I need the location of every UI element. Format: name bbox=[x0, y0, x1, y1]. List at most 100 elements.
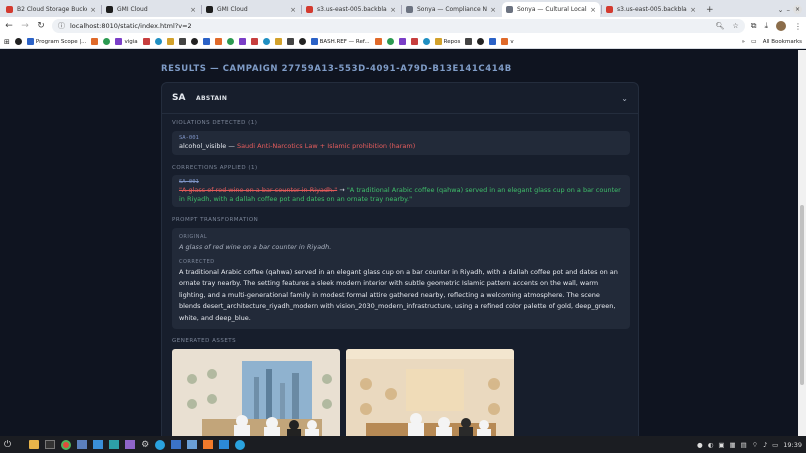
app-icon-11[interactable] bbox=[187, 440, 198, 449]
settings-gear-icon[interactable]: ⚙ bbox=[141, 440, 149, 450]
bookmark-item[interactable] bbox=[489, 38, 497, 45]
app-icon-12[interactable] bbox=[203, 440, 214, 449]
chrome-app-icon[interactable] bbox=[61, 439, 72, 450]
telegram-app-icon[interactable] bbox=[155, 439, 166, 450]
tab-close-icon[interactable]: × bbox=[190, 6, 196, 14]
browser-tab[interactable]: GMI Cloud × bbox=[101, 2, 200, 17]
vscode-app-icon[interactable] bbox=[219, 440, 230, 449]
bookmark-item[interactable]: v bbox=[501, 38, 514, 45]
apps-grid-icon[interactable]: ⊞ bbox=[4, 38, 10, 46]
card-header[interactable]: SA ABSTAIN ⌄ bbox=[162, 83, 638, 114]
bookmark-item[interactable] bbox=[398, 38, 406, 45]
minimize-icon[interactable]: – bbox=[787, 6, 791, 14]
url-text[interactable]: localhost:8010/static/index.html?v=2 bbox=[70, 22, 716, 30]
bookmark-item[interactable] bbox=[410, 38, 418, 45]
bookmark-item[interactable] bbox=[202, 38, 210, 45]
telegram-app-icon-2[interactable] bbox=[235, 439, 246, 450]
bookmark-item[interactable] bbox=[214, 38, 222, 45]
app-icon-5[interactable] bbox=[93, 440, 104, 449]
zoom-icon[interactable]: 🔍︎ bbox=[716, 22, 725, 30]
asset-image-1-art bbox=[172, 349, 340, 436]
app-icon-10[interactable] bbox=[171, 440, 182, 449]
tab-close-icon[interactable]: × bbox=[690, 6, 696, 14]
clock[interactable]: 19:39 bbox=[783, 441, 802, 449]
bookmark-item[interactable] bbox=[250, 38, 258, 45]
bookmark-item[interactable]: BASH.REF — Ref... bbox=[310, 38, 370, 45]
app-icon-7[interactable] bbox=[125, 440, 136, 449]
tab-search-icon[interactable]: ⌄ bbox=[778, 6, 784, 14]
bookmarks-overflow-icon[interactable]: » bbox=[742, 39, 745, 45]
forward-arrow-icon[interactable]: → bbox=[20, 21, 30, 31]
bookmark-item[interactable] bbox=[286, 38, 294, 45]
bookmark-item[interactable] bbox=[178, 38, 186, 45]
bookmark-item[interactable] bbox=[262, 38, 270, 45]
generated-asset-image-1[interactable] bbox=[172, 349, 340, 436]
site-info-icon[interactable]: ⓘ bbox=[58, 21, 65, 31]
bookmark-item[interactable] bbox=[274, 38, 282, 45]
menu-kebab-icon[interactable]: ⋮ bbox=[794, 22, 802, 31]
extensions-icon[interactable]: ⧉ bbox=[751, 21, 757, 31]
bookmark-icon bbox=[238, 38, 246, 45]
tab-close-icon[interactable]: × bbox=[390, 6, 396, 14]
bookmark-item[interactable] bbox=[166, 38, 174, 45]
tab-close-icon[interactable]: × bbox=[490, 6, 496, 14]
page-scrollbar[interactable] bbox=[798, 50, 806, 436]
bookmark-item[interactable] bbox=[103, 38, 111, 45]
new-tab-button[interactable]: + bbox=[706, 2, 714, 17]
all-bookmarks-folder-icon[interactable]: ▭ bbox=[751, 38, 757, 45]
tray-folder-icon[interactable]: ▤ bbox=[741, 441, 747, 449]
bookmark-item[interactable]: vigia bbox=[115, 38, 138, 45]
profile-avatar[interactable] bbox=[776, 21, 786, 31]
app-icon-6[interactable] bbox=[109, 440, 120, 449]
chevron-down-icon[interactable]: ⌄ bbox=[621, 94, 628, 103]
browser-tab[interactable]: s3.us-east-005.backblaze...× bbox=[301, 2, 400, 17]
bookmark-item[interactable] bbox=[374, 38, 382, 45]
tray-app-icon[interactable]: ◐ bbox=[708, 441, 714, 449]
tab-close-icon[interactable]: × bbox=[290, 6, 296, 14]
tray-cpu-icon[interactable]: ▦ bbox=[730, 441, 736, 449]
bookmark-item[interactable] bbox=[142, 38, 150, 45]
downloads-icon[interactable]: ⤓ bbox=[764, 21, 768, 31]
bookmark-item[interactable] bbox=[477, 38, 485, 45]
volume-icon[interactable]: ♪ bbox=[763, 441, 767, 449]
address-bar[interactable]: ⓘ localhost:8010/static/index.html?v=2 🔍… bbox=[52, 19, 745, 33]
browser-tab[interactable]: s3.us-east-005.backblaze...× bbox=[601, 2, 700, 17]
bookmark-item[interactable] bbox=[422, 38, 430, 45]
bookmark-item[interactable] bbox=[154, 38, 162, 45]
wifi-icon[interactable]: ⌔ bbox=[752, 440, 758, 449]
terminal-app-icon[interactable] bbox=[45, 440, 56, 449]
bookmark-item[interactable]: Repos bbox=[434, 38, 460, 45]
reload-icon[interactable]: ↻ bbox=[36, 21, 46, 31]
window-close-icon[interactable]: × bbox=[793, 5, 802, 14]
bookmark-item[interactable] bbox=[238, 38, 246, 45]
app-icon-4[interactable] bbox=[77, 440, 88, 449]
back-arrow-icon[interactable]: ← bbox=[4, 21, 14, 31]
page-content: RESULTS — CAMPAIGN 27759A13-553D-4091-A7… bbox=[0, 50, 798, 436]
files-app-icon[interactable] bbox=[29, 440, 40, 449]
tab-close-icon[interactable]: × bbox=[590, 6, 596, 14]
tab-title: s3.us-east-005.backblaze... bbox=[617, 6, 687, 13]
tray-window-icon[interactable]: ▣ bbox=[718, 441, 724, 449]
bookmark-item[interactable] bbox=[14, 38, 22, 45]
bookmark-item[interactable] bbox=[190, 38, 198, 45]
browser-tab[interactable]: B2 Cloud Storage Buckets× bbox=[2, 2, 100, 17]
bookmark-item[interactable] bbox=[465, 38, 473, 45]
bookmark-item[interactable] bbox=[298, 38, 306, 45]
bookmark-item[interactable] bbox=[386, 38, 394, 45]
tray-record-icon[interactable]: ● bbox=[697, 441, 703, 449]
bookmark-item[interactable] bbox=[91, 38, 99, 45]
browser-tab[interactable]: Sonya — Compliance Notar...× bbox=[401, 2, 500, 17]
bookmark-item[interactable] bbox=[226, 38, 234, 45]
battery-icon[interactable]: ▭ bbox=[772, 441, 778, 449]
tab-close-icon[interactable]: × bbox=[90, 6, 96, 14]
power-icon[interactable]: ⏻ bbox=[4, 440, 11, 450]
violation-element: alcohol_visible bbox=[179, 142, 227, 150]
scrollbar-thumb[interactable] bbox=[800, 205, 804, 385]
generated-asset-image-2[interactable] bbox=[346, 349, 514, 436]
prompt-transformation-label: PROMPT TRANSFORMATION bbox=[172, 217, 259, 223]
browser-tab[interactable]: Sonya — Cultural Localizati...× bbox=[502, 2, 600, 17]
bookmark-item[interactable]: Program Scope |... bbox=[26, 38, 86, 45]
all-bookmarks-label[interactable]: All Bookmarks bbox=[763, 39, 802, 45]
browser-tab[interactable]: GMI Cloud × bbox=[201, 2, 300, 17]
bookmark-star-icon[interactable]: ☆ bbox=[732, 22, 738, 30]
